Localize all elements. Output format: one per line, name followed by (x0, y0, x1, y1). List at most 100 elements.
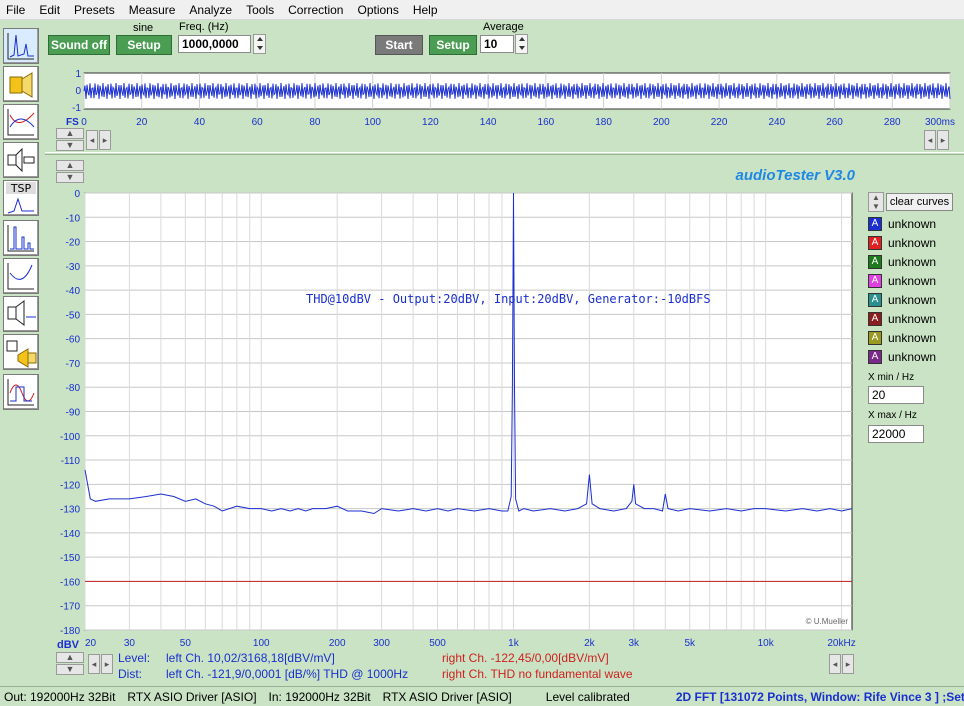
start-button[interactable]: Start (375, 35, 423, 55)
speaker-icon (9, 72, 33, 98)
scope-xtick: 180 (595, 117, 612, 128)
scope-xtick: 280 (884, 117, 901, 128)
average-label: Average (483, 21, 524, 33)
scope-scroll-left-button[interactable]: ◂ (86, 130, 98, 150)
average-input[interactable]: 10 (480, 35, 514, 53)
legend-curve-label: unknown (888, 274, 937, 288)
svg-text:TSP: TSP (10, 182, 32, 195)
fft-y-down-button[interactable]: ▼ (56, 664, 84, 675)
legend-curve-2[interactable]: Aunknown (868, 253, 936, 271)
menu-help[interactable]: Help (407, 3, 446, 17)
scope-xtick: 100 (364, 117, 381, 128)
freq-label: Freq. (Hz) (179, 21, 229, 33)
menu-measure[interactable]: Measure (123, 3, 184, 17)
fft-zoom-up-button[interactable]: ▲ (56, 160, 84, 171)
panel-divider[interactable] (45, 152, 964, 155)
scope-x-right-button[interactable]: ▸ (937, 130, 949, 150)
fft-y-axis: 0 -10 -20 -30 -40 -50 -60 -70 -80 -90 -100 -110 -120… (60, 189, 80, 637)
scope-zoom-up-button[interactable]: ▲ (56, 128, 84, 139)
waveform-icon (7, 379, 35, 406)
legend-curve-6[interactable]: Aunknown (868, 329, 936, 347)
legend-curve-7[interactable]: Aunknown (868, 348, 936, 366)
fft-ytick: -120 (60, 480, 80, 491)
fft-y-up-button[interactable]: ▲ (56, 652, 84, 663)
speaker-pair-tool-button[interactable] (3, 334, 39, 370)
scope-ytick-minus1: -1 (72, 103, 81, 114)
frequency-response-tool-button[interactable] (3, 104, 39, 140)
scope-x-left-button[interactable]: ◂ (924, 130, 936, 150)
menu-tools[interactable]: Tools (240, 3, 282, 17)
legend-curve-4[interactable]: Aunknown (868, 291, 936, 309)
menu-analyze[interactable]: Analyze (183, 3, 240, 17)
generator-setup-button[interactable]: Setup (116, 35, 172, 55)
impedance-tool-button[interactable] (3, 142, 39, 178)
menu-bar: File Edit Presets Measure Analyze Tools … (0, 0, 964, 20)
scope-zoom-down-button[interactable]: ▼ (56, 140, 84, 151)
clear-curves-button[interactable]: clear curves (886, 193, 953, 211)
frequency-input[interactable]: 1000,0000 (178, 35, 251, 53)
fft-ytick: -70 (66, 359, 81, 370)
status-fft-info: 2D FFT [131072 Points, Window: Rife Vinc… (675, 689, 964, 704)
fft-xtick: 3k (629, 638, 641, 649)
fft-x-right-button[interactable]: ▸ (842, 654, 854, 674)
menu-correction[interactable]: Correction (282, 3, 351, 17)
curve-color-swatch[interactable]: A (868, 236, 882, 250)
legend-scroll-spinner[interactable]: ▲ ▼ (868, 192, 884, 212)
curve-color-swatch[interactable]: A (868, 312, 882, 326)
filter-curve-icon (7, 263, 34, 290)
legend-curve-5[interactable]: Aunknown (868, 310, 936, 328)
fft-xtick: 20kHz (827, 638, 855, 649)
generator-waveform-label: sine (133, 22, 154, 34)
curve-color-swatch[interactable]: A (868, 331, 882, 345)
legend-curve-label: unknown (888, 217, 937, 231)
distortion-tool-button[interactable] (3, 220, 39, 256)
status-output-driver: RTX ASIO Driver [ASIO] (127, 689, 257, 704)
fft-ytick: -30 (66, 262, 81, 273)
scope-xtick: 220 (711, 117, 728, 128)
impulse-tool-button[interactable] (3, 296, 39, 332)
fft-zoom-down-button[interactable]: ▼ (56, 172, 84, 183)
curve-color-swatch[interactable]: A (868, 255, 882, 269)
legend-curve-0[interactable]: Aunknown (868, 215, 936, 233)
curve-color-swatch[interactable]: A (868, 274, 882, 288)
curve-color-swatch[interactable]: A (868, 217, 882, 231)
tsp-tool-button[interactable]: TSP (3, 180, 39, 216)
fft-ytick: -110 (61, 456, 81, 467)
xmin-input[interactable]: 20 (868, 386, 924, 404)
menu-file[interactable]: File (0, 3, 33, 17)
scope-scroll-right-button[interactable]: ▸ (99, 130, 111, 150)
fft-scroll-left-button[interactable]: ◂ (88, 654, 100, 674)
tool-sidebar: TSP (0, 20, 45, 415)
legend-curve-3[interactable]: Aunknown (868, 272, 936, 290)
speaker-impulse-icon (7, 300, 36, 326)
waveform-tool-button[interactable] (3, 374, 39, 410)
sound-off-button[interactable]: Sound off (48, 35, 110, 55)
analyzer-setup-button[interactable]: Setup (429, 35, 477, 55)
menu-presets[interactable]: Presets (68, 3, 123, 17)
fft-xtick: 2k (584, 638, 596, 649)
average-spinner[interactable] (515, 34, 528, 54)
menu-options[interactable]: Options (351, 3, 406, 17)
scope-xtick: 240 (768, 117, 785, 128)
legend-curve-1[interactable]: Aunknown (868, 234, 936, 252)
fft-scroll-right-button[interactable]: ▸ (101, 654, 113, 674)
filter-tool-button[interactable] (3, 258, 39, 294)
curve-color-swatch[interactable]: A (868, 350, 882, 364)
legend-curve-label: unknown (888, 255, 937, 269)
frequency-spinner[interactable] (253, 34, 266, 54)
spectrum-icon (7, 33, 34, 60)
status-level: Level calibrated (545, 689, 630, 704)
fft-x-left-button[interactable]: ◂ (829, 654, 841, 674)
fft-ytick: -50 (66, 310, 81, 321)
fft-x-axis: 20 30 50 100 200 300 500 1k 2k 3k 5k 10k 20kHz (85, 638, 856, 649)
menu-edit[interactable]: Edit (33, 3, 68, 17)
fft-spectrum-tool-button[interactable] (3, 28, 39, 64)
level-label: Level: (118, 651, 151, 665)
scope-xtick: 60 (252, 117, 264, 128)
scope-panel: 1 0 -1 FS 0 20 40 60 80 100 120 140 160 180 200 220… (66, 69, 955, 128)
speaker-measure-tool-button[interactable] (3, 66, 39, 102)
xmax-input[interactable]: 22000 (868, 425, 924, 443)
status-input-driver: RTX ASIO Driver [ASIO] (382, 689, 512, 704)
curve-color-swatch[interactable]: A (868, 293, 882, 307)
scope-xtick: 20 (136, 117, 148, 128)
